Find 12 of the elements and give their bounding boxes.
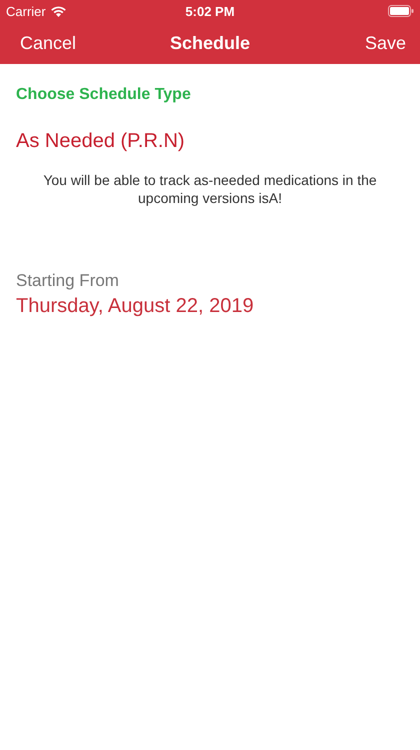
cancel-button[interactable]: Cancel [20, 32, 76, 54]
battery-icon [388, 5, 414, 17]
section-title: Choose Schedule Type [16, 86, 192, 104]
save-button[interactable]: Save [364, 32, 406, 54]
info-note: You will be able to track as-needed medications in the upcoming versions isA! [42, 171, 378, 207]
start-date[interactable]: Thursday, August 22, 2019 [16, 295, 404, 318]
wifi-icon [50, 6, 66, 16]
carrier-name: Carrier [6, 4, 46, 18]
clock-time: 5:02 PM [185, 4, 235, 18]
screen-title: Schedule [170, 32, 250, 54]
schedule-type[interactable]: As Needed (P.R.N) [16, 130, 404, 153]
start-label: Starting From [16, 271, 120, 291]
